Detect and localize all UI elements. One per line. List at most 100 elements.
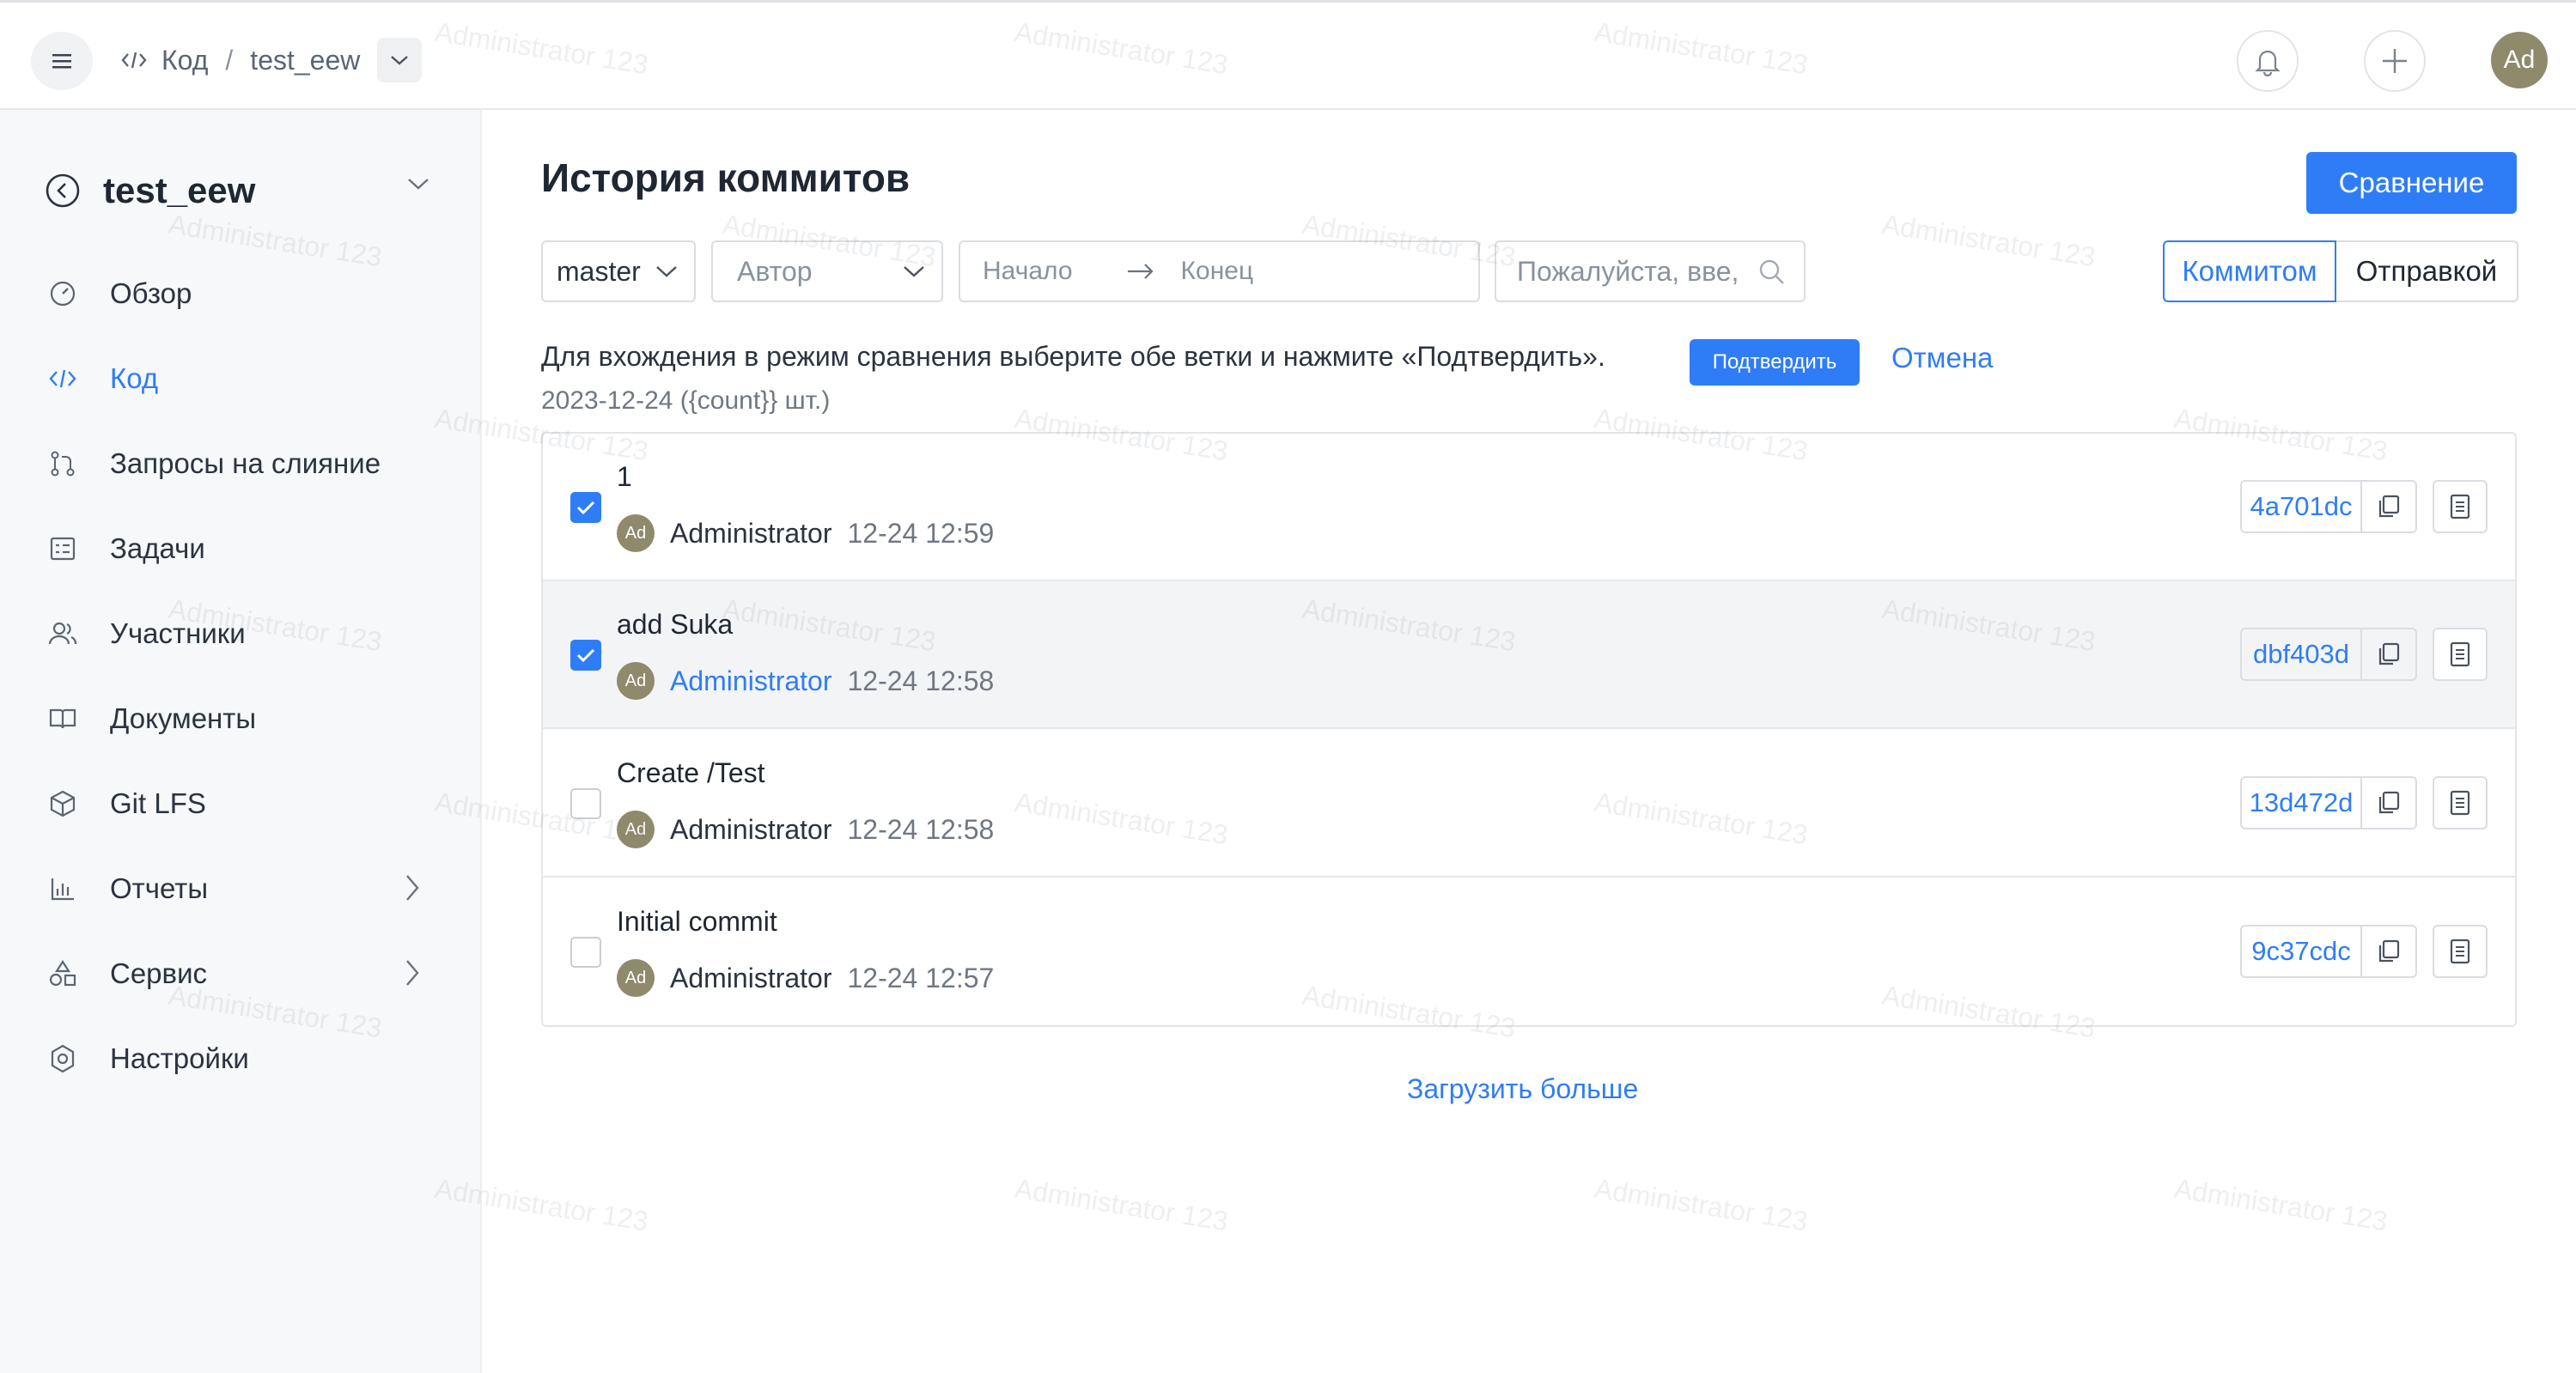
toggle-by-commit[interactable]: Коммитом [2163,240,2336,302]
repo-switcher-button[interactable] [377,38,423,82]
copy-sha-button[interactable] [2362,925,2417,978]
compare-hint: Для вхождения в режим сравнения выберите… [541,341,1605,372]
file-icon [2450,939,2470,964]
chevron-down-icon [904,266,924,277]
browse-files-button[interactable] [2433,925,2488,978]
sidebar-item-tasks[interactable]: Задачи [0,506,482,591]
sidebar-item-overview[interactable]: Обзор [0,251,482,336]
toggle-by-push[interactable]: Отправкой [2336,240,2518,302]
sidebar-item-docs[interactable]: Документы [0,676,482,761]
search-input[interactable]: Пожалуйста, вве, [1495,240,1806,302]
menu-button[interactable] [31,32,93,90]
commit-author[interactable]: Administrator [670,665,832,697]
author-select[interactable]: Автор [711,240,943,302]
author-select-placeholder: Автор [737,255,813,287]
gear-icon [46,1042,79,1075]
copy-icon [2378,642,2400,665]
commit-sha-group: dbf403d [2240,628,2417,681]
create-new-button[interactable] [2364,30,2426,92]
commit-message[interactable]: Create /Test [617,757,765,789]
file-icon [2450,641,2470,667]
user-avatar[interactable]: Ad [2491,32,2548,88]
commit-sha-link[interactable]: 4a701dc [2240,480,2362,533]
merge-request-icon [46,447,79,480]
watermark: Administrator 123 [1879,208,2098,273]
author-avatar: Ad [617,811,655,848]
sidebar-item-members[interactable]: Участники [0,591,482,676]
search-icon [1759,259,1784,284]
browse-files-button[interactable] [2433,480,2488,533]
commit-author[interactable]: Administrator [670,963,832,994]
commit-row: Initial commit Ad Administrator 12-24 12… [543,878,2515,1025]
check-icon [576,501,595,515]
copy-sha-button[interactable] [2362,776,2417,829]
compare-button[interactable]: Сравнение [2306,152,2517,214]
chevron-down-icon[interactable] [405,175,431,192]
commit-sha-link[interactable]: 9c37cdc [2240,925,2362,978]
sidebar-item-label: Git LFS [110,787,206,819]
browse-files-button[interactable] [2433,776,2488,829]
task-list-icon [46,532,79,565]
commit-time: 12-24 12:58 [847,813,995,845]
author-avatar: Ad [617,514,655,552]
commit-checkbox[interactable] [570,788,601,819]
commit-time: 12-24 12:58 [847,665,995,696]
commit-sha-group: 4a701dc [2240,480,2417,533]
branch-select[interactable]: master [541,240,696,302]
sidebar-item-label: Документы [110,702,257,734]
date-start-field[interactable]: Начало [983,257,1073,286]
commit-checkbox[interactable] [570,492,601,523]
users-icon [46,617,79,650]
commit-message[interactable]: 1 [617,461,632,493]
commit-author[interactable]: Administrator [670,814,832,846]
commit-checkbox[interactable] [570,937,601,968]
repo-header[interactable]: test_eew [45,163,431,218]
commit-author[interactable]: Administrator [670,518,832,550]
date-range-picker[interactable]: Начало Конец [959,240,1480,302]
confirm-button[interactable]: Подтвердить [1690,339,1860,386]
copy-sha-button[interactable] [2362,628,2417,681]
notifications-button[interactable] [2237,30,2299,92]
chevron-down-icon [391,56,409,65]
back-circle-icon [46,173,80,208]
sidebar-item-git-lfs[interactable]: Git LFS [0,761,482,846]
commit-message[interactable]: add Suka [617,609,733,641]
sidebar-item-reports[interactable]: Отчеты [0,846,482,931]
copy-icon [2378,939,2400,963]
breadcrumb-section[interactable]: Код [161,45,208,76]
watermark: Administrator 123 [1012,1172,1231,1237]
commit-sha-group: 13d472d [2240,776,2417,829]
sidebar-item-settings[interactable]: Настройки [0,1016,482,1101]
date-end-field[interactable]: Конец [1181,257,1254,286]
sidebar-item-label: Задачи [110,532,205,564]
breadcrumb: Код / test_eew [120,33,423,87]
sidebar-item-service[interactable]: Сервис [0,931,482,1016]
bar-chart-icon [46,872,79,905]
commit-meta: Ad Administrator 12-24 12:58 [617,662,994,700]
commit-meta: Ad Administrator 12-24 12:58 [617,811,994,848]
search-input-placeholder: Пожалуйста, вве, [1517,255,1739,287]
copy-sha-button[interactable] [2362,480,2417,533]
view-mode-toggle: Коммитом Отправкой [2163,240,2518,302]
sidebar-item-merge-requests[interactable]: Запросы на слияние [0,421,482,506]
load-more-link[interactable]: Загрузить больше [1407,1073,1638,1105]
sidebar-item-code[interactable]: Код [0,336,482,421]
browse-files-button[interactable] [2433,628,2488,681]
breadcrumb-repo[interactable]: test_eew [250,45,360,76]
hamburger-icon [52,54,71,69]
commit-sha-link[interactable]: dbf403d [2240,628,2362,681]
chevron-right-icon [406,875,419,901]
commit-sha-group: 9c37cdc [2240,925,2417,978]
sidebar-item-label: Отчеты [110,872,209,904]
copy-icon [2378,495,2400,518]
sidebar-nav: Обзор Код Запросы на слияние Задачи Учас… [0,251,482,1101]
file-icon [2450,790,2470,816]
commit-message[interactable]: Initial commit [617,906,777,938]
commit-checkbox[interactable] [570,640,601,671]
bell-icon [2255,50,2281,76]
cancel-link[interactable]: Отмена [1891,342,1993,374]
sidebar-item-label: Обзор [110,276,192,309]
chevron-right-icon [406,960,419,986]
commit-sha-link[interactable]: 13d472d [2240,776,2362,829]
commit-list: 1 Ad Administrator 12-24 12:59 4a701dc a… [541,432,2517,1027]
